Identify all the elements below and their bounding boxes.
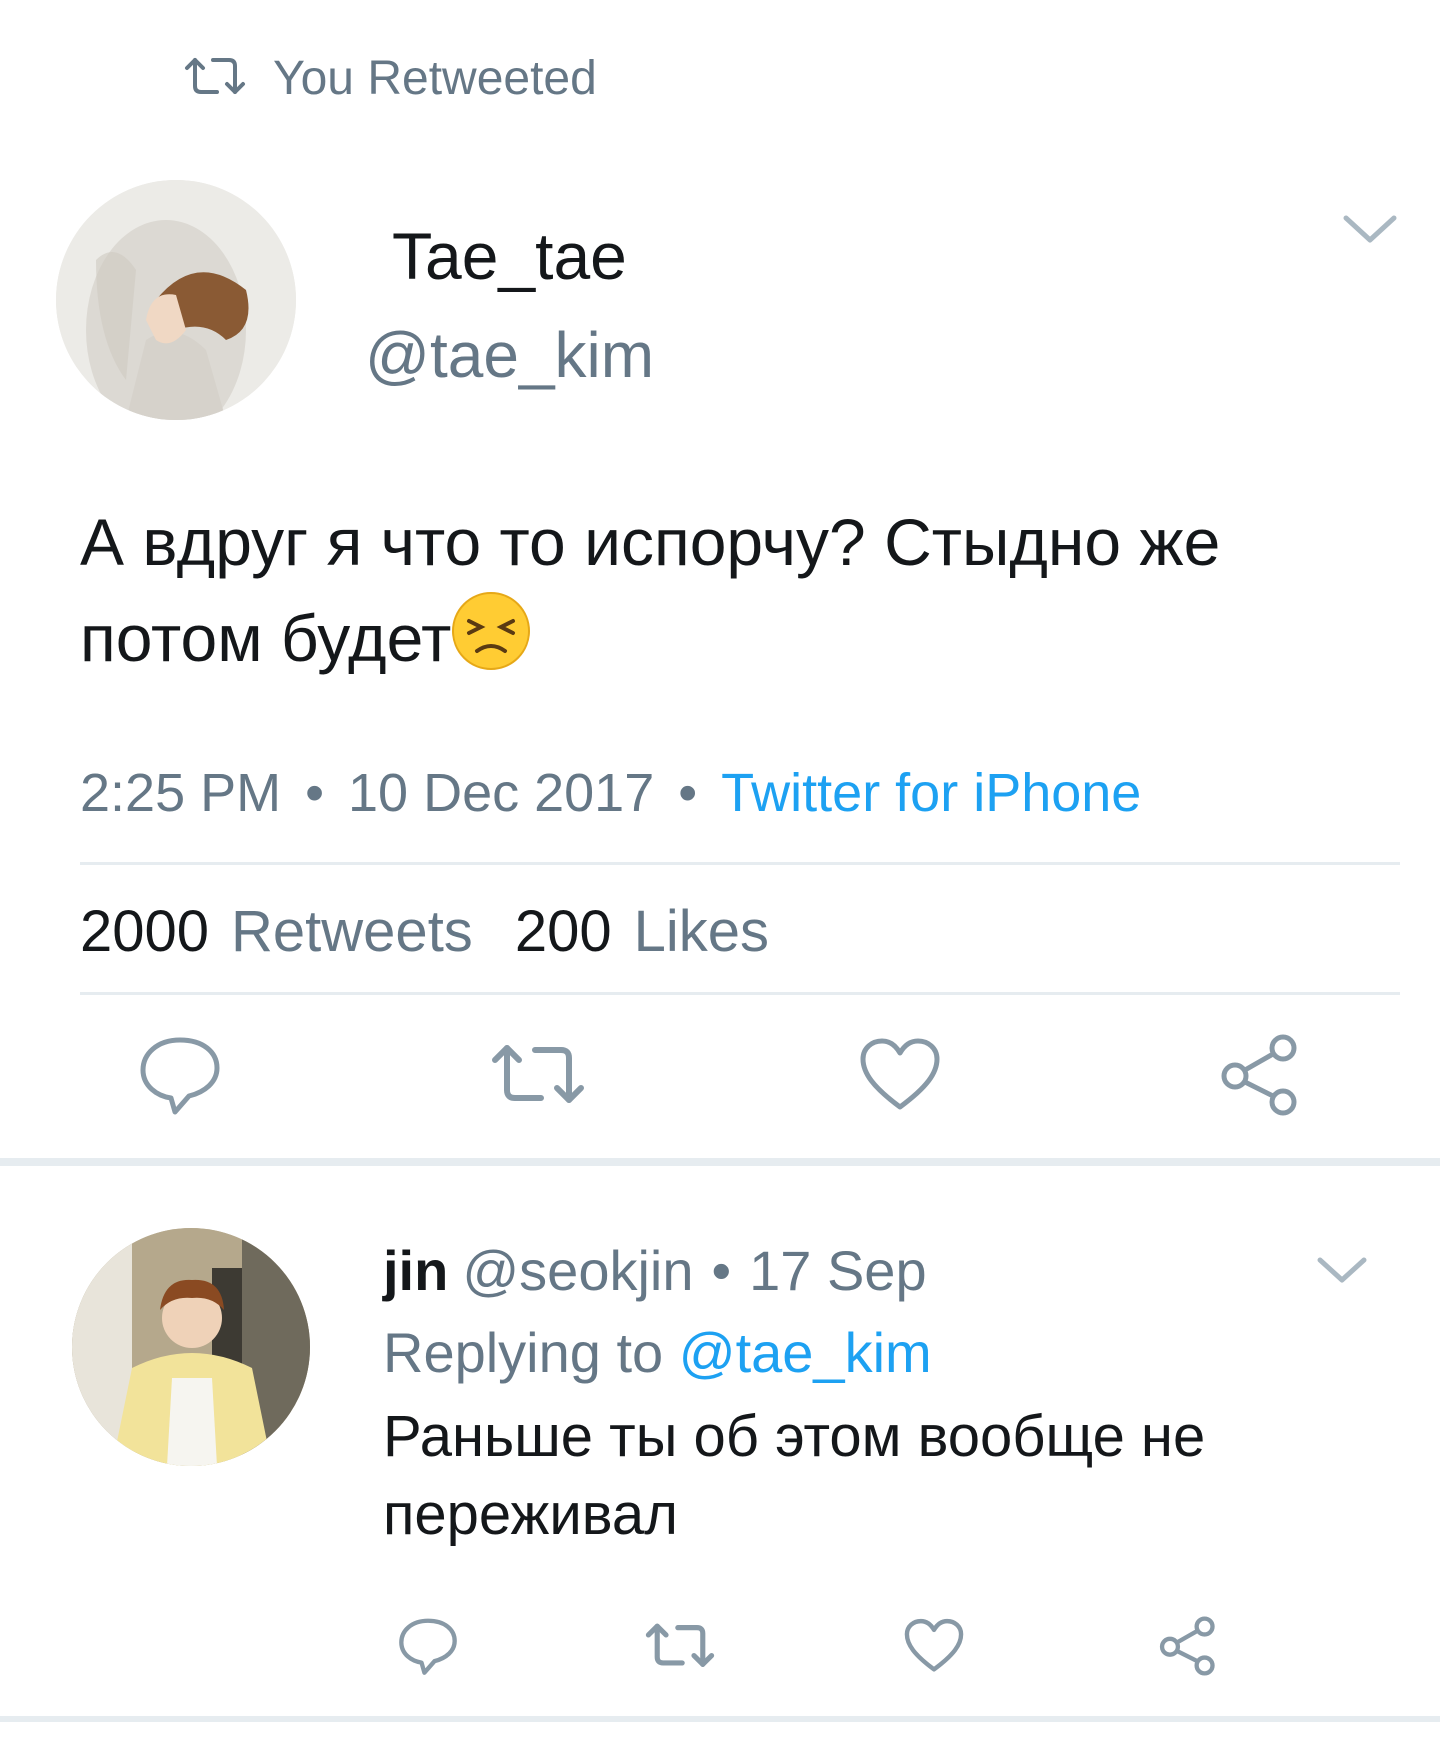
- reply-icon[interactable]: [130, 1030, 230, 1120]
- divider: [80, 862, 1400, 865]
- section-divider: [0, 1716, 1440, 1722]
- share-icon[interactable]: [1152, 1612, 1224, 1680]
- retweets-stat[interactable]: 2000 Retweets: [80, 898, 473, 965]
- retweets-label: Retweets: [231, 899, 473, 964]
- tweet-text: А вдруг я что то испорчу? Стыдно же пото…: [80, 494, 1380, 686]
- retweet-icon[interactable]: [640, 1612, 720, 1680]
- replying-to-label: Replying to: [383, 1321, 664, 1384]
- avatar[interactable]: [56, 180, 296, 420]
- likes-label: Likes: [633, 899, 769, 964]
- likes-stat[interactable]: 200 Likes: [515, 898, 769, 965]
- retweet-icon[interactable]: [488, 1030, 588, 1120]
- share-icon[interactable]: [1210, 1030, 1310, 1120]
- tweet-source-link[interactable]: Twitter for iPhone: [721, 762, 1141, 824]
- meta-separator: •: [305, 763, 325, 823]
- divider: [80, 992, 1400, 995]
- persevering-face-emoji: [451, 591, 531, 671]
- reply-icon[interactable]: [392, 1612, 464, 1680]
- tweet-text-body: А вдруг я что то испорчу? Стыдно же пото…: [80, 505, 1221, 675]
- retweet-context: You Retweeted: [183, 48, 597, 108]
- reply-header: jin @seokjin • 17 Sep: [383, 1238, 927, 1303]
- avatar-image: [56, 180, 296, 420]
- chevron-down-icon[interactable]: [1340, 210, 1400, 250]
- section-divider: [0, 1158, 1440, 1166]
- likes-count: 200: [514, 899, 612, 964]
- retweet-context-label: You Retweeted: [273, 51, 597, 105]
- reply-avatar[interactable]: [72, 1228, 310, 1466]
- replying-to-handle[interactable]: @tae_kim: [679, 1321, 932, 1384]
- like-icon[interactable]: [850, 1030, 950, 1120]
- tweet-time: 2:25 PM: [80, 763, 282, 823]
- reply-date[interactable]: 17 Sep: [749, 1238, 927, 1303]
- like-icon[interactable]: [898, 1612, 970, 1680]
- meta-separator: •: [678, 763, 698, 823]
- reply-text: Раньше ты об этом вообще не переживал: [383, 1404, 1206, 1547]
- tweet-date: 10 Dec 2017: [348, 763, 655, 823]
- meta-separator: •: [711, 1239, 732, 1302]
- reply-author-handle[interactable]: @seokjin: [462, 1238, 693, 1303]
- author-handle[interactable]: @tae_kim: [365, 318, 654, 392]
- chevron-down-icon[interactable]: [1314, 1252, 1370, 1290]
- retweets-count: 2000: [80, 899, 210, 964]
- reply-author-name[interactable]: jin: [383, 1238, 448, 1303]
- avatar-image: [72, 1228, 310, 1466]
- retweet-icon: [183, 54, 247, 103]
- replying-to: Replying to @tae_kim: [383, 1320, 932, 1385]
- tweet-meta: 2:25 PM • 10 Dec 2017 • Twitter for iPho…: [80, 762, 1141, 824]
- tweet-stats: 2000 Retweets 200 Likes: [80, 898, 769, 965]
- author-name[interactable]: Tae_tae: [392, 218, 627, 294]
